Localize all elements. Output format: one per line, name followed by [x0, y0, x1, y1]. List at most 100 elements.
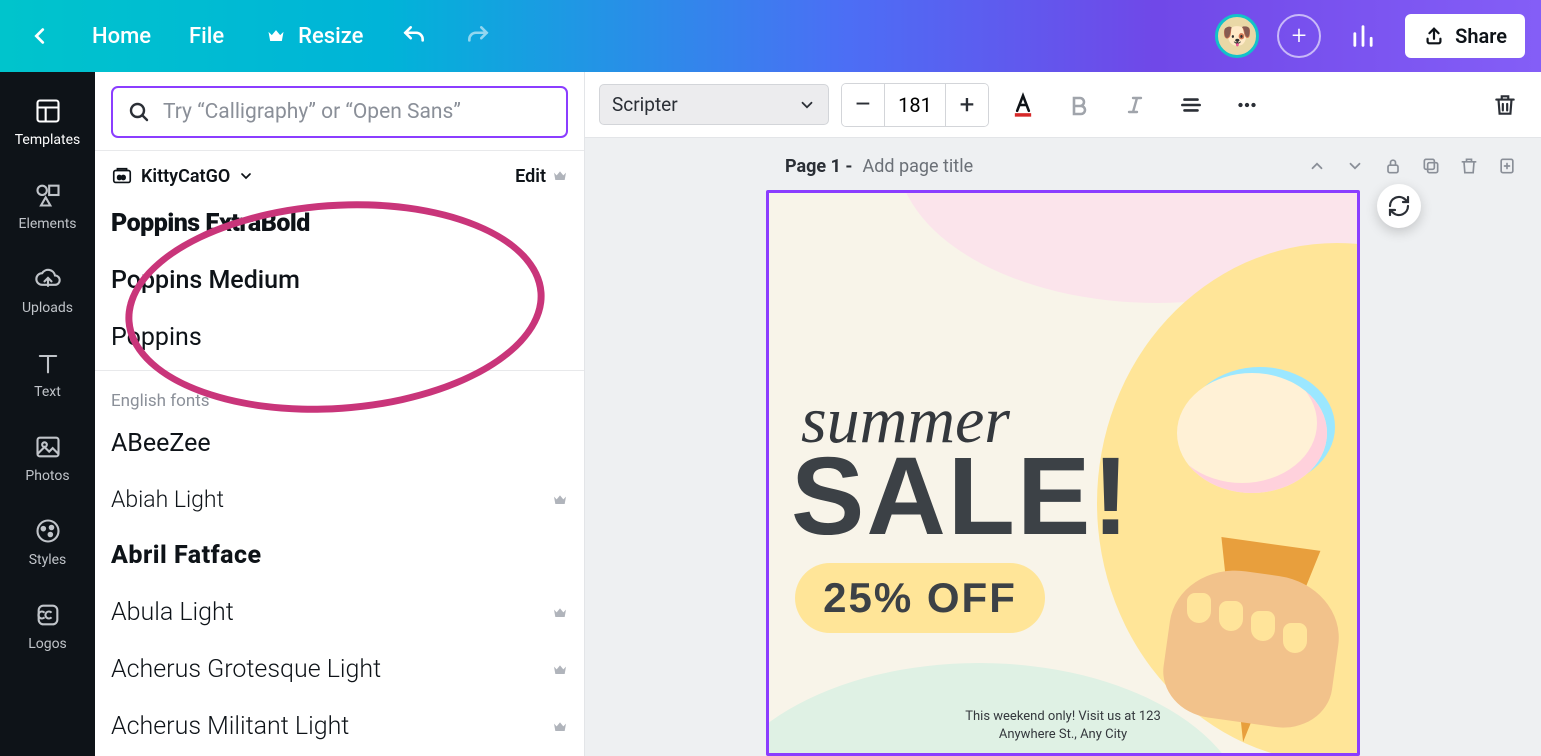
text-footer[interactable]: This weekend only! Visit us at 123 Anywh… — [769, 708, 1357, 743]
page-title-input[interactable]: Add page title — [863, 156, 974, 177]
font-name: Poppins — [111, 323, 202, 352]
font-name: Poppins ExtraBold — [111, 209, 310, 238]
font-name: Abiah Light — [111, 486, 224, 513]
nav-label: Styles — [29, 552, 67, 568]
logos-icon — [33, 600, 63, 630]
nav-label: Uploads — [22, 300, 73, 316]
more-button[interactable] — [1225, 83, 1269, 127]
font-name: ABeeZee — [111, 429, 211, 458]
font-item-acherus-grotesque[interactable]: Acherus Grotesque Light — [111, 641, 568, 698]
nav-text[interactable]: Text — [0, 334, 95, 418]
canvas-area: Scripter – 181 + — [585, 72, 1541, 756]
crown-icon — [552, 605, 568, 621]
brandkit-edit[interactable]: Edit — [515, 166, 568, 187]
left-nav: Templates Elements Uploads Text Photos S… — [0, 72, 95, 756]
font-panel: co KittyCatGO Edit Poppins ExtraBold Pop… — [95, 72, 585, 756]
brandkit-icon: co — [111, 165, 133, 187]
nav-label: Photos — [25, 468, 69, 484]
back-button[interactable] — [16, 14, 64, 58]
font-family-value: Scripter — [612, 93, 678, 116]
undo-button[interactable] — [391, 15, 437, 57]
font-name: Acherus Militant Light — [111, 712, 349, 741]
chevron-down-icon — [798, 96, 816, 114]
brandkit-selector[interactable]: co KittyCatGO — [111, 165, 254, 187]
discount-pill[interactable]: 25% OFF — [795, 563, 1045, 633]
chevron-down-icon — [238, 168, 254, 184]
delete-button[interactable] — [1483, 83, 1527, 127]
icecream-image — [1127, 373, 1360, 753]
nav-photos[interactable]: Photos — [0, 418, 95, 502]
delete-page-icon[interactable] — [1455, 152, 1483, 180]
nav-label: Text — [34, 384, 61, 400]
collapse-down-icon[interactable] — [1341, 152, 1369, 180]
font-name: Acherus Grotesque Light — [111, 655, 381, 684]
resize-label: Resize — [298, 24, 363, 49]
home-label: Home — [92, 24, 151, 49]
avatar[interactable]: 🐶 — [1215, 14, 1259, 58]
redo-button[interactable] — [455, 15, 501, 57]
font-name: Abula Light — [111, 598, 234, 627]
file-label: File — [189, 24, 224, 49]
text-off: 25% OFF — [823, 574, 1017, 622]
font-item-poppins-medium[interactable]: Poppins Medium — [111, 252, 568, 309]
font-size-value[interactable]: 181 — [884, 84, 946, 126]
font-item-abeezee[interactable]: ABeeZee — [111, 415, 568, 472]
uploads-icon — [33, 264, 63, 294]
add-page-icon[interactable] — [1493, 152, 1521, 180]
font-item-poppins[interactable]: Poppins — [111, 309, 568, 366]
photos-icon — [33, 432, 63, 462]
page-header: Page 1 - Add page title — [585, 138, 1541, 190]
font-size-increase[interactable]: + — [946, 84, 988, 126]
edit-label: Edit — [515, 166, 546, 187]
font-item-acherus-militant[interactable]: Acherus Militant Light — [111, 698, 568, 755]
nav-elements[interactable]: Elements — [0, 166, 95, 250]
styles-icon — [33, 516, 63, 546]
text-color-button[interactable] — [1001, 83, 1045, 127]
share-label: Share — [1455, 24, 1507, 48]
bold-button[interactable] — [1057, 83, 1101, 127]
file-menu[interactable]: File — [179, 16, 234, 57]
collapse-up-icon[interactable] — [1303, 152, 1331, 180]
font-item-poppins-extrabold[interactable]: Poppins ExtraBold — [111, 195, 568, 252]
font-search[interactable] — [111, 86, 568, 138]
search-icon — [127, 100, 151, 124]
crown-icon — [552, 168, 568, 184]
upload-icon — [1423, 25, 1445, 47]
font-item-abril-fatface[interactable]: Abril Fatface — [111, 527, 568, 584]
font-name: Poppins Medium — [111, 266, 300, 295]
app-topbar: Home File Resize 🐶 + Share — [0, 0, 1541, 72]
lock-icon[interactable] — [1379, 152, 1407, 180]
share-button[interactable]: Share — [1405, 14, 1525, 58]
nav-uploads[interactable]: Uploads — [0, 250, 95, 334]
font-size-decrease[interactable]: – — [842, 84, 884, 126]
nav-label: Elements — [18, 216, 76, 232]
crown-icon — [552, 662, 568, 678]
nav-label: Logos — [28, 636, 67, 652]
text-align-button[interactable] — [1169, 83, 1213, 127]
home-button[interactable]: Home — [82, 16, 161, 57]
text-toolbar: Scripter – 181 + — [585, 72, 1541, 138]
templates-icon — [33, 96, 63, 126]
resize-menu[interactable]: Resize — [252, 14, 373, 58]
italic-button[interactable] — [1113, 83, 1157, 127]
nav-styles[interactable]: Styles — [0, 502, 95, 586]
font-size-stepper: – 181 + — [841, 83, 989, 127]
nav-templates[interactable]: Templates — [0, 82, 95, 166]
nav-logos[interactable]: Logos — [0, 586, 95, 670]
svg-text:co: co — [117, 173, 125, 182]
elements-icon — [33, 180, 63, 210]
english-fonts-label: English fonts — [111, 381, 568, 415]
text-sale[interactable]: SALE! — [791, 433, 1131, 560]
font-family-dropdown[interactable]: Scripter — [599, 84, 829, 125]
duplicate-icon[interactable] — [1417, 152, 1445, 180]
regenerate-button[interactable] — [1377, 184, 1421, 228]
design-page[interactable]: summer SALE! 25% OFF This weekend only! … — [766, 190, 1360, 756]
add-member-button[interactable]: + — [1277, 14, 1321, 58]
chevron-left-icon — [26, 22, 54, 50]
font-search-input[interactable] — [163, 100, 552, 124]
font-item-abula-light[interactable]: Abula Light — [111, 584, 568, 641]
font-name: Abril Fatface — [111, 541, 262, 570]
crown-icon — [552, 719, 568, 735]
insights-button[interactable] — [1339, 14, 1387, 58]
font-item-abiah-light[interactable]: Abiah Light — [111, 472, 568, 527]
